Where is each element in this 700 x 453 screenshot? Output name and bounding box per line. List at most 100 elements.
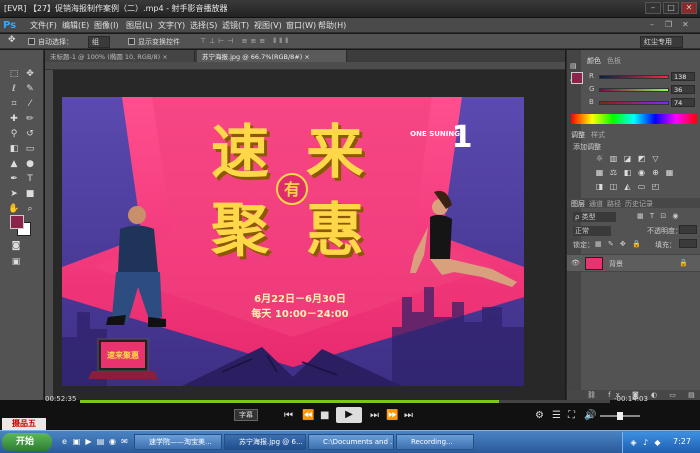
align-icons[interactable]: ⊤⊥⊢⊣ ≡≡≡ ⫴⫴⫴ — [200, 37, 291, 46]
lasso-tool-icon[interactable]: ℓ — [8, 83, 20, 95]
healing-brush-icon[interactable]: ✚ — [8, 113, 20, 125]
history-panel-icon[interactable]: ▤ — [570, 62, 577, 70]
eraser-tool-icon[interactable]: ◧ — [8, 143, 20, 155]
tray-volume-icon[interactable]: ♪ — [641, 438, 650, 447]
type-tool-icon[interactable]: T — [24, 173, 36, 185]
tab-close-icon[interactable]: × — [162, 53, 167, 61]
brightness-icon[interactable]: ☼ — [595, 154, 604, 163]
menu-edit[interactable]: 编辑(E) — [62, 20, 89, 31]
app-close-icon[interactable]: ✕ — [682, 20, 689, 29]
step-forward-icon[interactable]: ⏭ — [370, 410, 379, 422]
vibrance-icon[interactable]: ▽ — [651, 154, 660, 163]
maximize-button[interactable]: □ — [663, 2, 679, 14]
menu-select[interactable]: 选择(S) — [190, 20, 217, 31]
tab-layers[interactable]: 图层 — [571, 199, 585, 209]
fullscreen-icon[interactable]: ⛶ — [568, 410, 575, 422]
lock-icons[interactable]: ▦ ✎ ✥ 🔒 — [595, 240, 643, 248]
clone-stamp-icon[interactable]: ⚲ — [8, 128, 20, 140]
marquee-tool-icon[interactable]: ⬚ — [8, 68, 20, 80]
next-file-icon[interactable]: ⏭ — [404, 410, 413, 422]
tab-channels[interactable]: 通道 — [589, 199, 603, 209]
tab-history[interactable]: 历史记录 — [625, 199, 653, 209]
dodge-tool-icon[interactable]: ● — [24, 158, 36, 170]
task-photoshop[interactable]: 苏宁海报.jpg @ 6... — [224, 434, 306, 450]
poster-canvas[interactable]: 速 速 来 来 聚 聚 惠 惠 有 1 ONE SUNING 6月22日－6月3… — [62, 97, 524, 386]
layer-filter-kind[interactable]: ρ 类型 — [573, 212, 616, 222]
exposure-icon[interactable]: ◩ — [637, 154, 646, 163]
menu-view[interactable]: 视图(V) — [254, 20, 282, 31]
posterize-icon[interactable]: ◫ — [609, 182, 618, 191]
quicklaunch-player-icon[interactable]: ◉ — [108, 437, 117, 446]
play-button[interactable]: ▶ — [336, 407, 362, 423]
crop-tool-icon[interactable]: ⌗ — [8, 98, 20, 110]
quick-select-tool-icon[interactable]: ✎ — [24, 83, 36, 95]
history-brush-icon[interactable]: ↺ — [24, 128, 36, 140]
quicklaunch-chat-icon[interactable]: ✉ — [120, 437, 129, 446]
color-balance-icon[interactable]: ⚖ — [609, 168, 618, 177]
blend-mode-dropdown[interactable]: 正常 — [573, 226, 611, 236]
quicklaunch-folder-icon[interactable]: ▤ — [96, 437, 105, 446]
panel-fg-swatch[interactable] — [571, 72, 583, 84]
task-recording[interactable]: Recording... — [396, 434, 474, 450]
auto-select-checkbox[interactable] — [28, 38, 35, 45]
b-value[interactable]: 74 — [671, 98, 695, 107]
gradient-map-icon[interactable]: ▭ — [637, 182, 646, 191]
r-slider[interactable] — [599, 75, 669, 79]
playlist-icon[interactable]: ☰ — [552, 410, 561, 422]
task-browser[interactable]: 速学院——淘宝美... — [134, 434, 222, 450]
stop-icon[interactable]: ■ — [320, 410, 329, 422]
shape-tool-icon[interactable]: ■ — [24, 188, 36, 200]
opacity-value[interactable] — [679, 225, 697, 234]
gradient-tool-icon[interactable]: ▭ — [24, 143, 36, 155]
tray-network-icon[interactable]: ◈ — [629, 438, 638, 447]
quicklaunch-ie-icon[interactable]: e — [60, 437, 69, 446]
path-select-icon[interactable]: ➤ — [8, 188, 20, 200]
black-white-icon[interactable]: ◧ — [623, 168, 632, 177]
move-tool-icon[interactable]: ✥ — [8, 35, 16, 45]
menu-image[interactable]: 图像(I) — [94, 20, 119, 31]
tab-adjustments[interactable]: 调整 — [571, 130, 585, 140]
fill-value[interactable] — [679, 239, 697, 248]
hue-saturation-icon[interactable]: ▦ — [595, 168, 604, 177]
volume-handle[interactable] — [617, 412, 623, 420]
tab-close-icon[interactable]: × — [304, 53, 309, 61]
move-tool-icon[interactable]: ✥ — [24, 68, 36, 80]
g-slider[interactable] — [599, 88, 669, 92]
subtitle-button[interactable]: 字幕 — [234, 409, 258, 421]
threshold-icon[interactable]: ◭ — [623, 182, 632, 191]
workspace-dropdown[interactable]: 红尘专用 — [640, 36, 683, 48]
task-explorer[interactable]: C:\Documents and ... — [308, 434, 394, 450]
zoom-tool-icon[interactable]: ⌕ — [24, 203, 36, 215]
g-value[interactable]: 36 — [671, 85, 695, 94]
hand-tool-icon[interactable]: ✋ — [8, 203, 20, 215]
quicklaunch-desktop-icon[interactable]: ▣ — [72, 437, 81, 446]
curves-icon[interactable]: ◪ — [623, 154, 632, 163]
selective-color-icon[interactable]: ◰ — [651, 182, 660, 191]
tab-color[interactable]: 颜色 — [587, 56, 601, 66]
invert-icon[interactable]: ◨ — [595, 182, 604, 191]
levels-icon[interactable]: ▥ — [609, 154, 618, 163]
channel-mixer-icon[interactable]: ⊕ — [651, 168, 660, 177]
prev-file-icon[interactable]: ⏮ — [284, 410, 293, 422]
tab-swatches[interactable]: 色板 — [607, 56, 621, 66]
menu-type[interactable]: 文字(Y) — [158, 20, 185, 31]
quick-mask-icon[interactable]: ◙ — [10, 240, 22, 252]
auto-select-dropdown[interactable]: 组 — [88, 36, 110, 48]
screen-mode-icon[interactable]: ▣ — [10, 256, 22, 268]
menu-help[interactable]: 帮助(H) — [318, 20, 346, 31]
volume-icon[interactable]: 🔊 — [584, 410, 596, 422]
start-button[interactable]: 开始 — [2, 433, 52, 451]
r-value[interactable]: 138 — [671, 72, 695, 81]
tab-styles[interactable]: 样式 — [591, 130, 605, 140]
layer-row-background[interactable]: 👁 背景 🔒 — [567, 254, 700, 272]
settings-icon[interactable]: ⚙ — [535, 410, 544, 422]
tab-suning-poster[interactable]: 苏宁海报.jpg @ 66.7%(RGB/8#) × — [197, 50, 347, 62]
layer-filter-icons[interactable]: ▦ T ⊡ ◉ — [637, 212, 681, 220]
quicklaunch-media-icon[interactable]: ▶ — [84, 437, 93, 446]
menu-window[interactable]: 窗口(W) — [286, 20, 316, 31]
close-button[interactable]: ✕ — [681, 2, 697, 14]
pen-tool-icon[interactable]: ✒ — [8, 173, 20, 185]
photo-filter-icon[interactable]: ◉ — [637, 168, 646, 177]
layer-visibility-icon[interactable]: 👁 — [571, 259, 580, 267]
eyedropper-tool-icon[interactable]: ⁄ — [24, 98, 36, 110]
